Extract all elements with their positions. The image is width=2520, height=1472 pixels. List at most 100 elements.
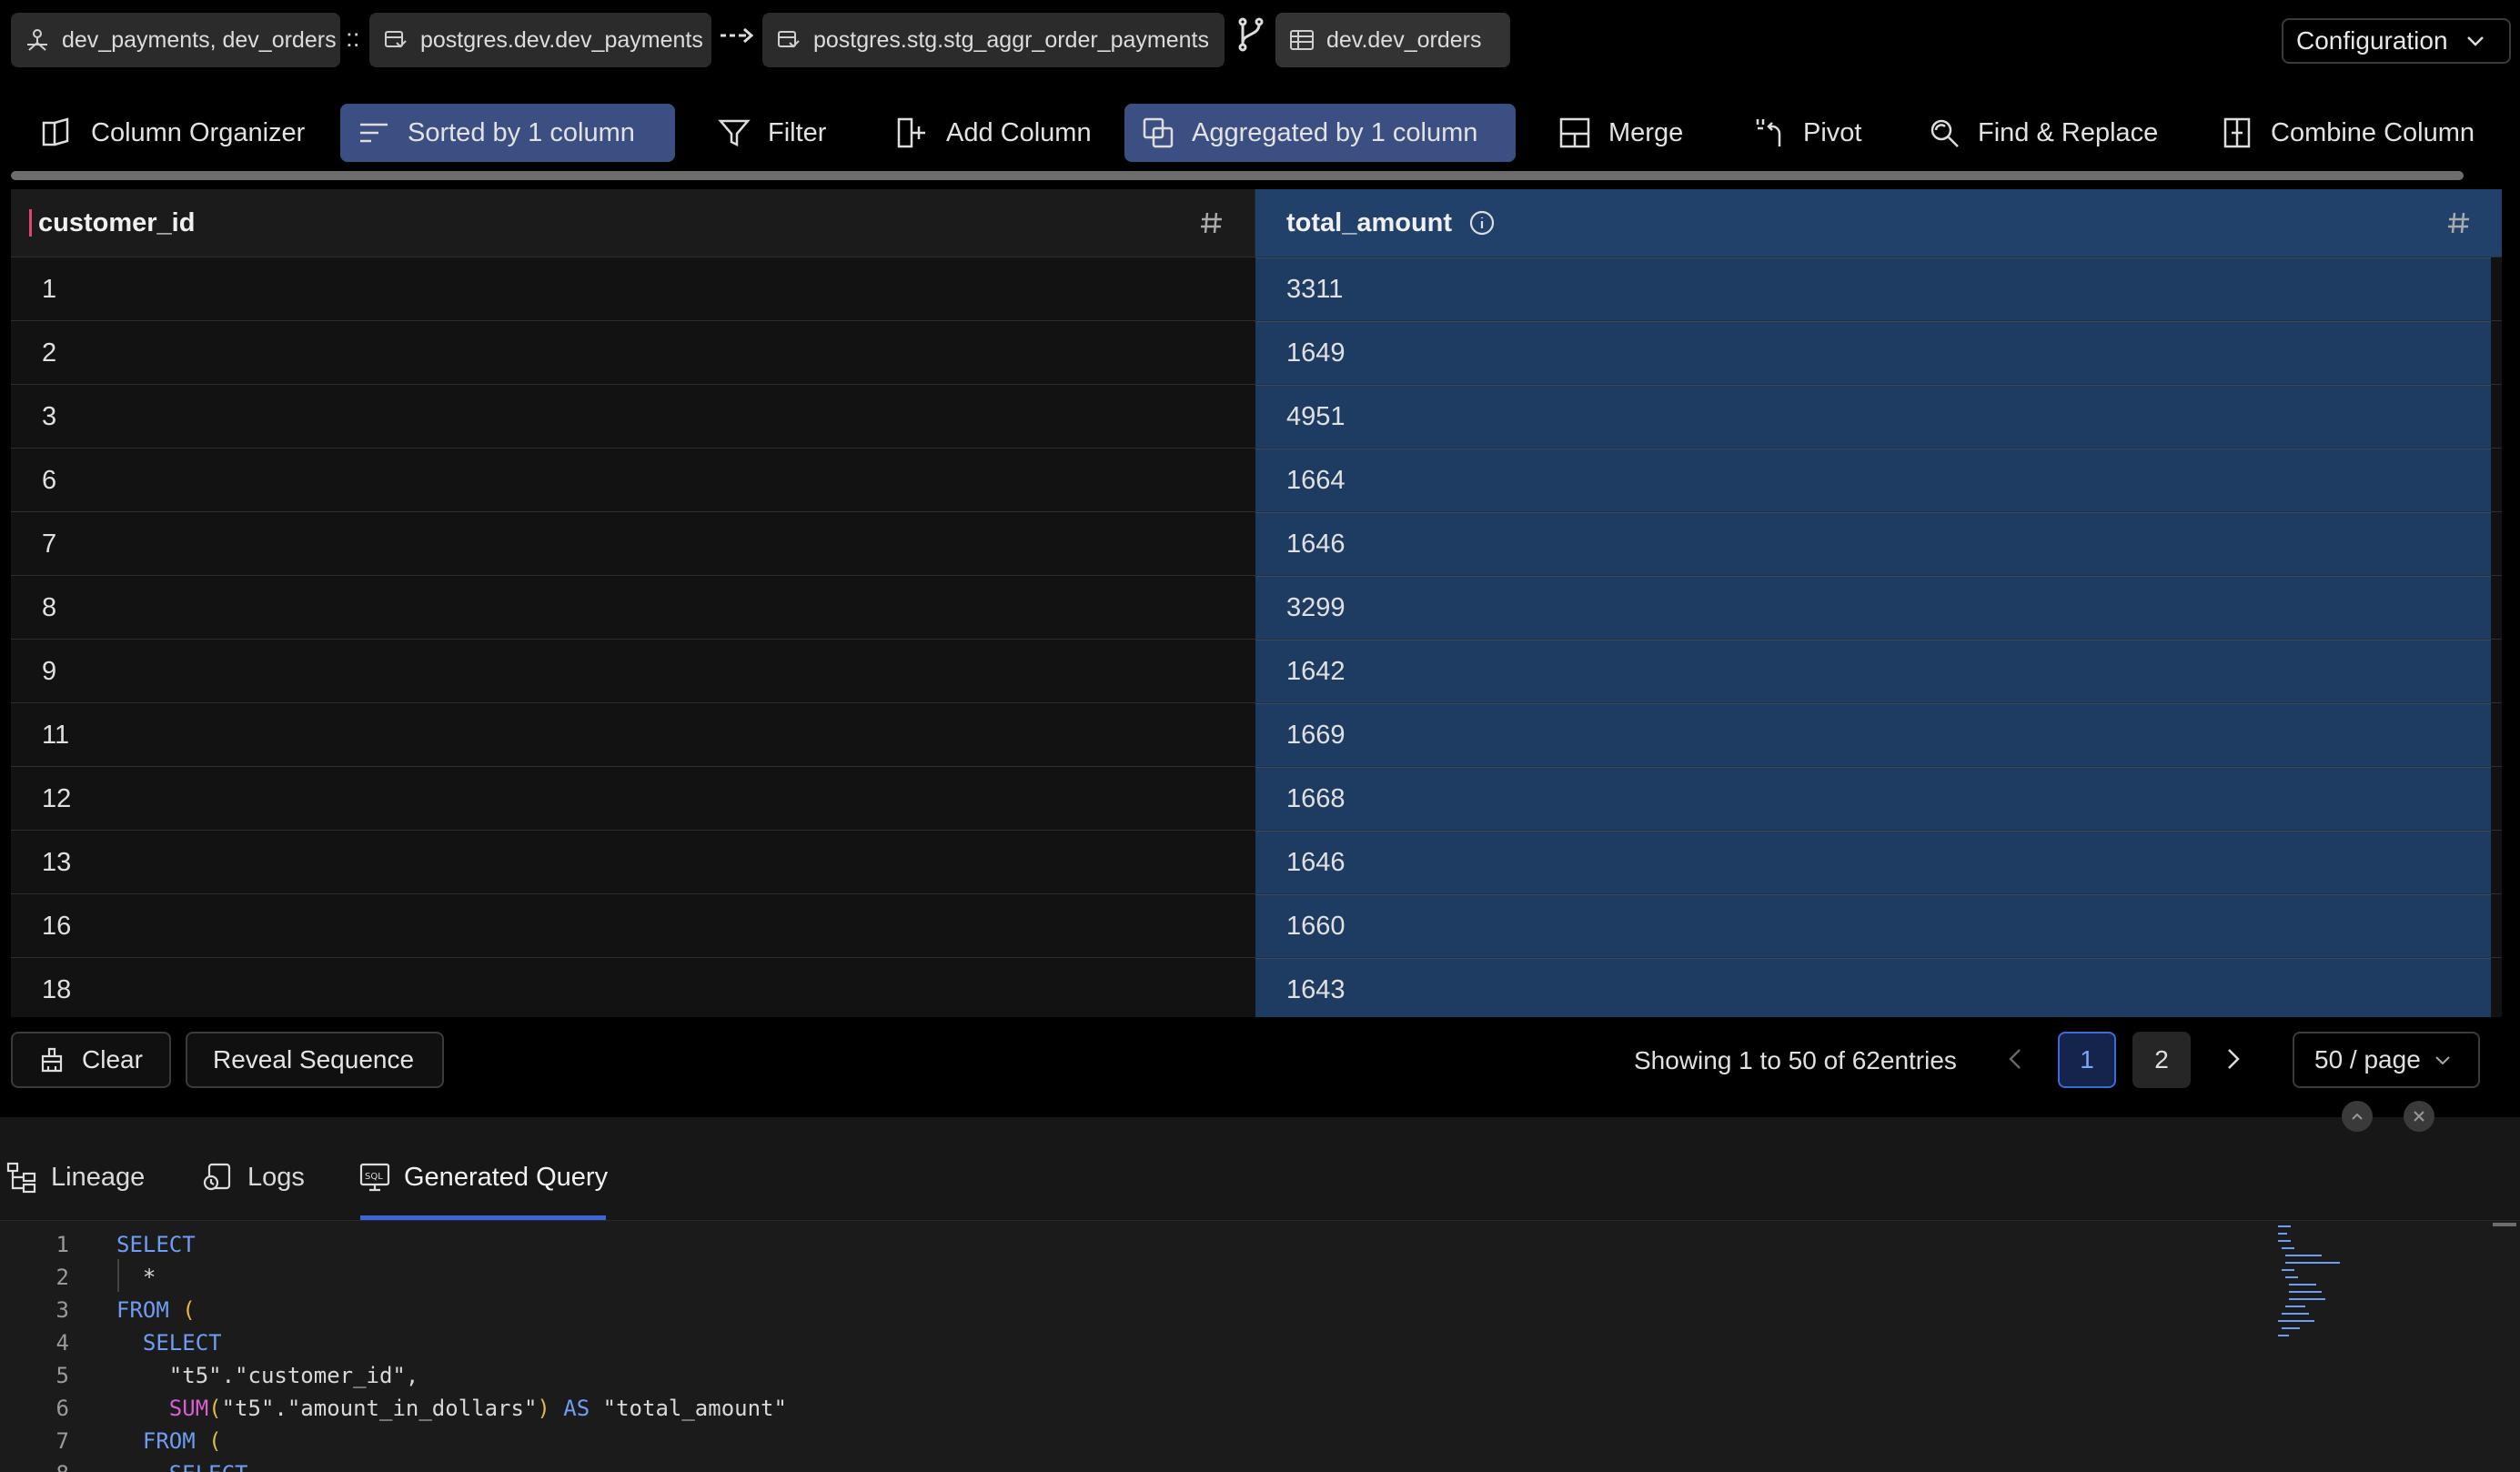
customer-id-cell[interactable]: 13 [11,831,1255,894]
collapse-panel-button[interactable] [2342,1101,2373,1132]
column-header-customer-id[interactable]: customer_id [11,189,1255,257]
horizontal-scrollbar[interactable] [11,171,2464,180]
find-replace-button[interactable]: Find & Replace [1910,104,2174,162]
sorted-button[interactable]: Sorted by 1 column [340,104,675,162]
breadcrumb-payments-model[interactable]: postgres.dev.dev_payments [369,13,711,67]
configuration-label: Configuration [2296,26,2448,55]
line-number: 2 [55,1265,69,1290]
table-body: 1 3311 2 1649 3 4951 6 1664 7 1646 8 3299 9 164… [11,257,2502,1017]
add-column-label: Add Column [946,117,1092,147]
customer-id-cell[interactable]: 8 [11,576,1255,640]
table-row[interactable]: 12 1668 [11,766,2502,831]
page-size-select[interactable]: 50 / page [2293,1032,2480,1088]
info-icon[interactable] [1468,209,1496,237]
configuration-dropdown[interactable]: Configuration [2282,18,2511,64]
customer-id-cell[interactable]: 2 [11,321,1255,385]
aggregate-icon [1141,116,1175,150]
customer-id-cell[interactable]: 16 [11,894,1255,958]
table-row[interactable]: 18 1643 [11,957,2502,1017]
dashed-arrow-icon [719,22,755,49]
code-line: "t5"."customer_id", [168,1363,419,1388]
customer-id-cell[interactable]: 1 [11,257,1255,321]
customer-id-cell[interactable]: 9 [11,640,1255,703]
total-amount-cell[interactable]: 1660 [1255,894,2491,958]
code-line: FROM ( [142,1428,222,1454]
breadcrumb-separator: :: [346,24,360,52]
line-number: 4 [55,1330,69,1356]
table-header: customer_id total_amount [11,189,2502,257]
aggregated-button[interactable]: Aggregated by 1 column [1124,104,1516,162]
table-row[interactable]: 3 4951 [11,384,2502,449]
code-minimap[interactable] [2274,1223,2384,1341]
chevron-left-icon[interactable] [2001,1043,2029,1075]
customer-id-cell[interactable]: 3 [11,385,1255,449]
reveal-sequence-button[interactable]: Reveal Sequence [186,1032,444,1088]
number-type-icon [1201,212,1222,234]
total-amount-cell[interactable]: 1643 [1255,958,2491,1017]
page-1-button[interactable]: 1 [2058,1032,2116,1088]
breadcrumb-orders-model[interactable]: dev.dev_orders [1275,13,1510,67]
number-type-icon [2448,212,2469,234]
breadcrumb-source[interactable]: dev_payments, dev_orders [11,13,340,67]
table-row[interactable]: 9 1642 [11,639,2502,703]
customer-id-cell[interactable]: 18 [11,958,1255,1017]
customer-id-cell[interactable]: 12 [11,767,1255,831]
total-amount-cell[interactable]: 1664 [1255,449,2491,512]
line-number: 7 [55,1428,69,1454]
total-amount-cell[interactable]: 3311 [1255,257,2491,321]
total-amount-cell[interactable]: 3299 [1255,576,2491,640]
breadcrumb-stg-model[interactable]: postgres.stg.stg_aggr_order_payments [762,13,1225,67]
table-row[interactable]: 8 3299 [11,575,2502,640]
page-2-button[interactable]: 2 [2132,1032,2191,1088]
table-footer: Clear Reveal Sequence Showing 1 to 50 of… [0,1028,2520,1092]
table-row[interactable]: 16 1660 [11,893,2502,958]
column-organizer-button[interactable]: Column Organizer [24,104,321,162]
column-header-label: customer_id [38,207,196,237]
total-amount-cell[interactable]: 1649 [1255,321,2491,385]
source-icon [24,26,51,54]
chevron-right-icon[interactable] [2220,1043,2247,1075]
tab-logs[interactable]: Logs [202,1154,305,1201]
total-amount-cell[interactable]: 1642 [1255,640,2491,703]
customer-id-cell[interactable]: 6 [11,449,1255,512]
pivot-button[interactable]: Pivot [1736,104,1878,162]
total-amount-cell[interactable]: 1669 [1255,703,2491,767]
customer-id-cell[interactable]: 11 [11,703,1255,767]
minimap-scrollbar[interactable] [2493,1223,2516,1226]
table-row[interactable]: 13 1646 [11,830,2502,894]
total-amount-cell[interactable]: 4951 [1255,385,2491,449]
sql-editor[interactable]: 1 2 3 4 5 6 7 8 SELECT * FROM ( SELECT "… [0,1221,2520,1472]
close-panel-button[interactable] [2404,1101,2434,1132]
tab-generated-query-label: Generated Query [404,1162,609,1192]
clear-button[interactable]: Clear [11,1032,171,1088]
total-amount-cell[interactable]: 1646 [1255,831,2491,894]
total-amount-cell[interactable]: 1646 [1255,512,2491,576]
logs-icon [202,1161,235,1194]
line-number: 8 [0,1461,69,1472]
add-column-button[interactable]: Add Column [879,104,1108,162]
table-row[interactable]: 7 1646 [11,511,2502,576]
tab-logs-label: Logs [247,1162,305,1192]
pivot-label: Pivot [1803,117,1862,147]
column-marker [29,209,32,237]
column-header-total-amount[interactable]: total_amount [1255,189,2502,257]
table-row[interactable]: 2 1649 [11,320,2502,385]
tab-generated-query[interactable]: SQL Generated Query [358,1154,608,1201]
table-row[interactable]: 6 1664 [11,448,2502,512]
tab-lineage-label: Lineage [51,1162,146,1192]
filter-button[interactable]: Filter [701,104,842,162]
table-row[interactable]: 1 3311 [11,257,2502,321]
code-line: SELECT [116,1232,196,1257]
tab-lineage[interactable]: Lineage [5,1154,145,1201]
broom-icon [38,1046,66,1074]
customer-id-cell[interactable]: 7 [11,512,1255,576]
line-number: 5 [55,1363,69,1388]
toolbar: Column Organizer Sorted by 1 column Filt… [0,102,2520,166]
table-row[interactable]: 11 1669 [11,702,2502,767]
combine-column-button[interactable]: Combine Column [2203,104,2491,162]
total-amount-cell[interactable]: 1668 [1255,767,2491,831]
svg-text:SQL: SQL [365,1172,383,1182]
pagination-summary: Showing 1 to 50 of 62entries [1634,1046,1957,1074]
merge-button[interactable]: Merge [1541,104,1699,162]
branch-icon[interactable] [1235,16,1266,53]
